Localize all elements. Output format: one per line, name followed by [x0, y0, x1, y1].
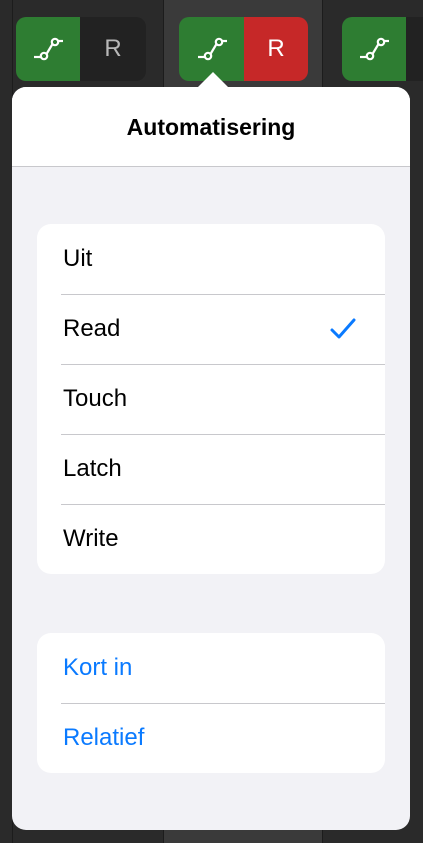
mode-option-write[interactable]: Write: [37, 504, 385, 574]
mode-option-latch[interactable]: Latch: [37, 434, 385, 504]
automation-popover: Automatisering Uit Read Touch Latch Writ…: [12, 87, 410, 830]
mode-option-uit[interactable]: Uit: [37, 224, 385, 294]
mode-label: Uit: [63, 245, 93, 272]
channel-strip-edge: [0, 0, 12, 843]
read-button-2[interactable]: R: [244, 17, 308, 81]
read-button-1[interactable]: R: [80, 17, 146, 81]
automation-curve-icon: [197, 37, 227, 61]
option-label: Relatief: [63, 724, 145, 751]
popover-title: Automatisering: [126, 114, 296, 140]
mixer-background: R R Automatisering Uit Read Touch Latch …: [0, 0, 423, 843]
popover-arrow: [197, 72, 229, 88]
mode-label: Write: [63, 525, 119, 552]
automation-curve-icon: [360, 37, 389, 61]
option-relatief[interactable]: Relatief: [37, 703, 385, 773]
automation-curve-icon: [34, 37, 63, 61]
mode-option-touch[interactable]: Touch: [37, 364, 385, 434]
automation-button-1[interactable]: [16, 17, 80, 81]
mode-label: Read: [63, 315, 121, 342]
option-kort-in[interactable]: Kort in: [37, 633, 385, 703]
automation-button-3[interactable]: [342, 17, 406, 81]
popover-header: Automatisering: [12, 87, 410, 167]
automation-options-list: Kort in Relatief: [37, 633, 385, 773]
automation-mode-list: Uit Read Touch Latch Write: [37, 224, 385, 574]
option-label: Kort in: [63, 654, 133, 681]
checkmark-icon: [330, 318, 356, 339]
read-button-3[interactable]: [406, 17, 423, 81]
mode-label: Touch: [63, 385, 128, 412]
mode-label: Latch: [63, 455, 122, 482]
mode-option-read[interactable]: Read: [37, 294, 385, 364]
